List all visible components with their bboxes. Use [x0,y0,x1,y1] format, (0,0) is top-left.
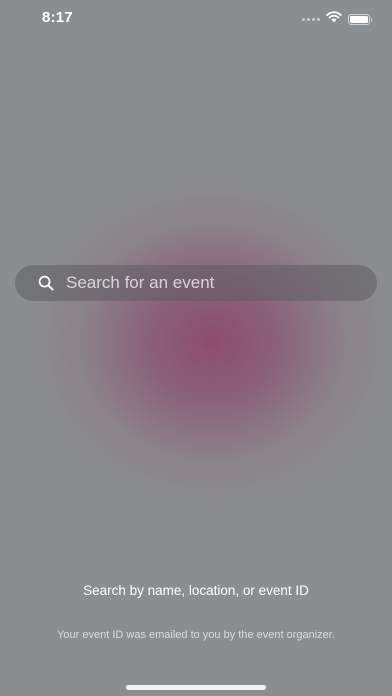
hint-title: Search by name, location, or event ID [83,583,309,598]
status-time: 8:17 [42,9,73,26]
search-input[interactable] [66,273,346,293]
battery-icon [348,13,372,25]
wifi-icon [326,10,342,28]
battery-fill [350,15,368,23]
hint-subtitle: Your event ID was emailed to you by the … [57,629,335,641]
signal-icon [302,17,320,21]
home-indicator[interactable] [126,685,266,690]
screen: 8:17 Search by name [0,0,392,696]
status-bar: 8:17 [0,0,392,40]
search-icon [37,274,55,292]
status-icons [302,10,372,28]
search-bar[interactable] [15,265,377,301]
